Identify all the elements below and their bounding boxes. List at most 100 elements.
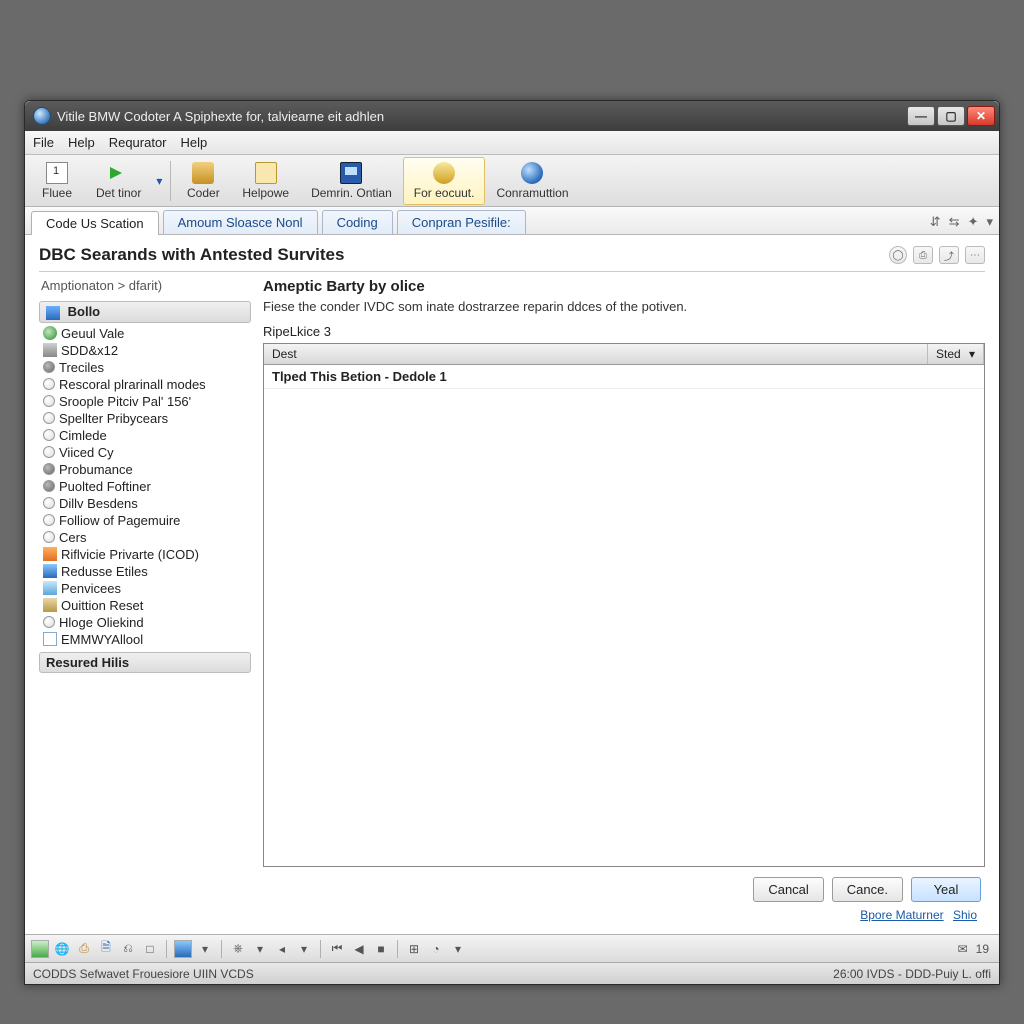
bb-stop-icon[interactable]: ■: [372, 940, 390, 958]
col-sted[interactable]: Sted ▾: [928, 344, 984, 364]
sidebar-item[interactable]: Sroople Pitciv Pal' 156': [41, 393, 251, 410]
tools-icon: [192, 162, 214, 184]
bb-sep: [166, 940, 167, 958]
yes-button[interactable]: Yeal: [911, 877, 981, 902]
sidebar-item[interactable]: EMMWYAllool: [41, 631, 251, 648]
tb-fluee[interactable]: Fluee: [29, 157, 85, 205]
bullet-icon: [43, 361, 55, 373]
tabtool-1-icon[interactable]: ⇵: [930, 214, 941, 230]
bb-icon-1[interactable]: [31, 940, 49, 958]
sidebar-item[interactable]: Rescoral plrarinall modes: [41, 376, 251, 393]
bb-icon-7[interactable]: [174, 940, 192, 958]
sidebar-item[interactable]: Ouittion Reset: [41, 597, 251, 614]
hdr-more-icon[interactable]: ⋯: [965, 246, 985, 264]
box-icon: [43, 598, 57, 612]
menu-help[interactable]: Help: [68, 135, 95, 150]
bb-icon-3[interactable]: ⎙: [75, 940, 93, 958]
cancel-button-2[interactable]: Cance.: [832, 877, 903, 902]
tabtool-3-icon[interactable]: ✦: [968, 214, 979, 230]
tab-amoum-sloasce[interactable]: Amoum Sloasce Nonl: [163, 210, 318, 234]
menu-regurator[interactable]: Requrator: [109, 135, 167, 150]
side-header-resured[interactable]: Resured Hilis: [39, 652, 251, 673]
tb-dettinor-label: Det tinor: [96, 186, 141, 200]
side-header-bollo-label: Bollo: [68, 304, 101, 319]
cancel-button-1[interactable]: Cancal: [753, 877, 823, 902]
tb-dropdown-1[interactable]: ▾: [152, 157, 166, 205]
sidebar-item-label: Folliow of Pagemuire: [59, 513, 180, 528]
bb-icon-11[interactable]: ◔: [427, 940, 445, 958]
sidebar-item[interactable]: Treciles: [41, 359, 251, 376]
button-row: Cancal Cance. Yeal: [263, 867, 985, 906]
side-header-bollo[interactable]: Bollo: [39, 301, 251, 323]
hdr-export-icon[interactable]: ⤴: [939, 246, 959, 264]
sidebar-item-label: Redusse Etiles: [61, 564, 148, 579]
tab-coding[interactable]: Coding: [322, 210, 393, 234]
sidebar-item[interactable]: Probumance: [41, 461, 251, 478]
bb-mail-icon[interactable]: ✉: [954, 940, 972, 958]
sidebar-item[interactable]: Cimlede: [41, 427, 251, 444]
hdr-badge-icon[interactable]: ⎙: [913, 246, 933, 264]
sidebar-item-label: Ouittion Reset: [61, 598, 143, 613]
bullet-icon: [43, 531, 55, 543]
tb-coder-label: Coder: [187, 186, 220, 200]
tb-dettinor[interactable]: Det tinor: [85, 157, 152, 205]
bb-icon-6[interactable]: □: [141, 940, 159, 958]
link-bpore[interactable]: Bpore Maturner: [860, 908, 943, 922]
bullet-icon: [43, 497, 55, 509]
bb-back-icon[interactable]: ◀: [350, 940, 368, 958]
grid-header: Dest Sted ▾: [264, 344, 984, 365]
tb-helpowe[interactable]: Helpowe: [231, 157, 300, 205]
sidebar-item[interactable]: Viiced Cy: [41, 444, 251, 461]
main-description: Fiese the conder IVDC som inate dostrarz…: [263, 299, 985, 314]
bullet-icon: [43, 378, 55, 390]
bb-icon-10[interactable]: ⊞: [405, 940, 423, 958]
minimize-button[interactable]: —: [907, 106, 935, 126]
bb-icon-2[interactable]: 🌐: [53, 940, 71, 958]
sidebar-item[interactable]: Dillv Besdens: [41, 495, 251, 512]
link-shio[interactable]: Shio: [953, 908, 977, 922]
sidebar-item[interactable]: Folliow of Pagemuire: [41, 512, 251, 529]
hdr-refresh-icon[interactable]: ◯: [889, 246, 907, 264]
tab-code-us-scation[interactable]: Code Us Scation: [31, 211, 159, 235]
menu-help-2[interactable]: Help: [181, 135, 208, 150]
bb-icon-8[interactable]: ⎈: [229, 940, 247, 958]
sidebar-item[interactable]: Redusse Etiles: [41, 563, 251, 580]
globe-icon: [43, 326, 57, 340]
sidebar-item[interactable]: Puolted Foftiner: [41, 478, 251, 495]
bb-prev-icon[interactable]: ⏮: [328, 940, 346, 958]
tabtool-dropdown-icon[interactable]: ▾: [986, 214, 993, 230]
tab-conpran-pesifile[interactable]: Conpran Pesifile:: [397, 210, 526, 234]
sidebar-item[interactable]: Hloge Oliekind: [41, 614, 251, 631]
close-button[interactable]: ✕: [967, 106, 995, 126]
bb-icon-5[interactable]: ⎌: [119, 940, 137, 958]
sidebar-item[interactable]: Penvicees: [41, 580, 251, 597]
arrow-right-icon: [108, 162, 130, 184]
sidebar-item[interactable]: Geuul Vale: [41, 325, 251, 342]
bb-dropdown-2[interactable]: ▾: [251, 940, 269, 958]
tb-conramuttion[interactable]: Conramuttion: [485, 157, 579, 205]
bb-icon-9[interactable]: ◂: [273, 940, 291, 958]
sidebar-item[interactable]: Riflvicie Privarte (ICOD): [41, 546, 251, 563]
bb-dropdown-3[interactable]: ▾: [295, 940, 313, 958]
bb-dropdown-1[interactable]: ▾: [196, 940, 214, 958]
sidebar-item[interactable]: Cers: [41, 529, 251, 546]
bullet-icon: [43, 446, 55, 458]
sidebar-item[interactable]: SDD&x12: [41, 342, 251, 359]
tb-demrin[interactable]: Demrin. Ontian: [300, 157, 403, 205]
tabtool-2-icon[interactable]: ⇆: [949, 214, 960, 230]
sidebar-item-label: EMMWYAllool: [61, 632, 143, 647]
table-row[interactable]: Tlped This Betion - Dedole 1: [264, 365, 984, 389]
results-grid: Dest Sted ▾ Tlped This Betion - Dedole 1: [263, 343, 985, 867]
tb-foreocuut[interactable]: For eocuut.: [403, 157, 486, 205]
calendar-icon: [46, 162, 68, 184]
sidebar-item[interactable]: Spellter Pribycears: [41, 410, 251, 427]
gear-icon: [43, 581, 57, 595]
sidebar-item-label: Riflvicie Privarte (ICOD): [61, 547, 199, 562]
menu-file[interactable]: File: [33, 135, 54, 150]
bb-dropdown-4[interactable]: ▾: [449, 940, 467, 958]
col-dest[interactable]: Dest: [264, 344, 928, 364]
grid-body[interactable]: Tlped This Betion - Dedole 1: [264, 365, 984, 866]
maximize-button[interactable]: ▢: [937, 106, 965, 126]
tb-coder[interactable]: Coder: [175, 157, 231, 205]
bb-icon-4[interactable]: 🗎: [97, 940, 115, 958]
